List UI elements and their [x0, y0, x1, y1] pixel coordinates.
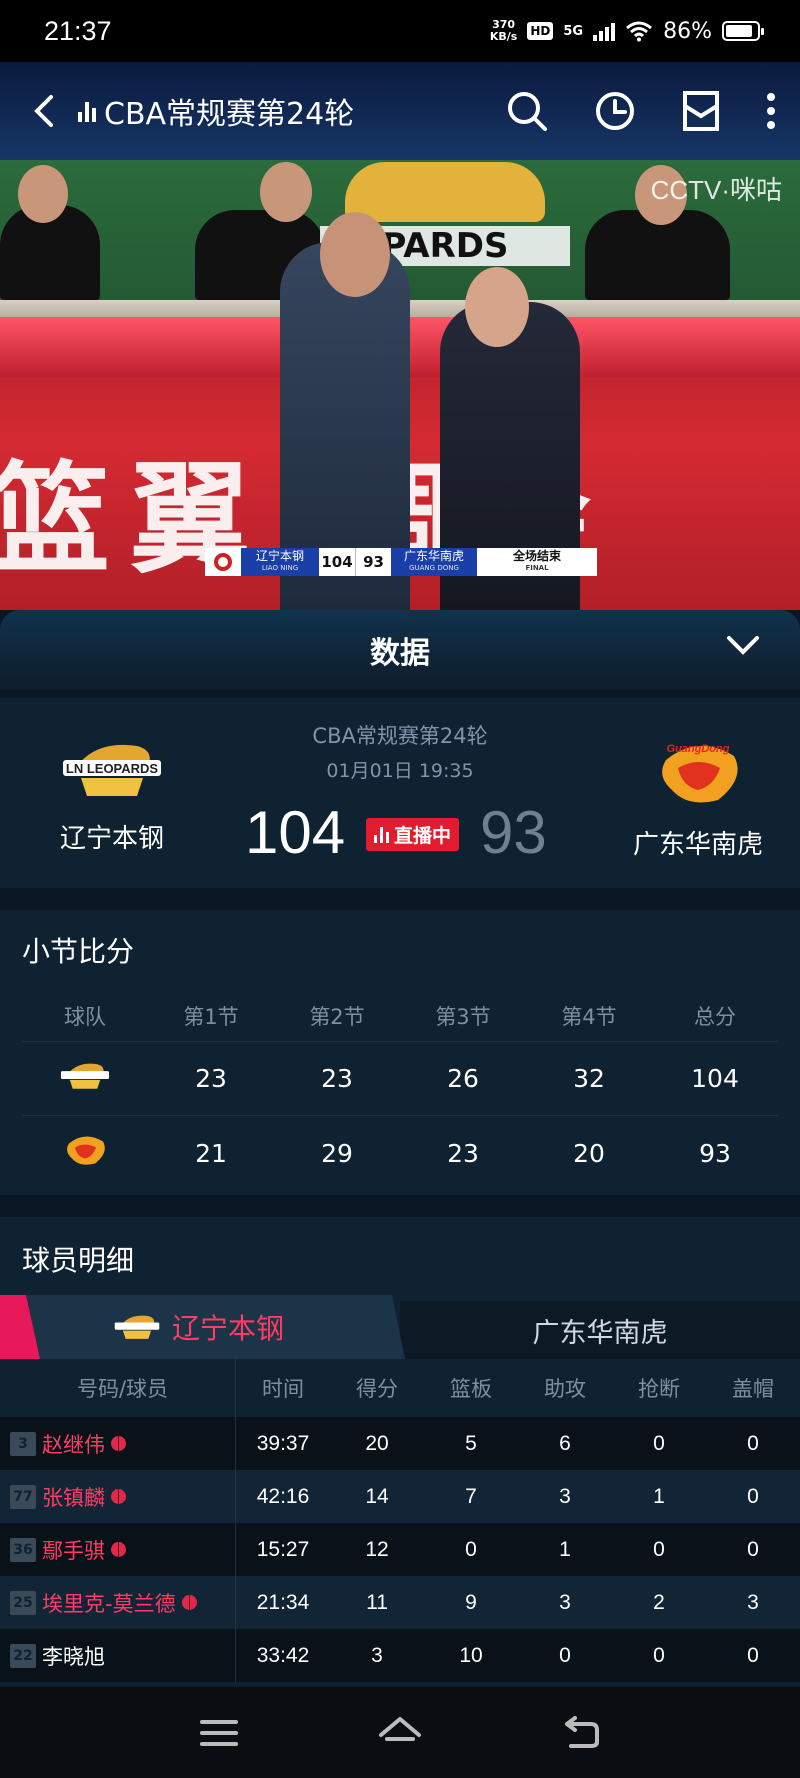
battery-icon: [722, 21, 764, 41]
away-team-logo-small: [22, 1132, 148, 1174]
scorebug-away-name: 广东华南虎: [403, 549, 464, 563]
video-scorebug: 辽宁本钢 LIAO NING 104 93 广东华南虎 GUANG DONG 全…: [205, 548, 597, 576]
search-icon[interactable]: [506, 90, 548, 132]
table-row[interactable]: 36 鄢手骐 15:27 12 0 1 0 0: [0, 1523, 800, 1576]
player-name: 张镇麟: [42, 1485, 105, 1510]
player-stats-title: 球员明细: [22, 1244, 135, 1277]
jersey-number: 77: [10, 1484, 36, 1509]
chevron-down-icon[interactable]: [726, 634, 760, 656]
live-badge[interactable]: 直播中: [366, 818, 460, 851]
jersey-number: 22: [10, 1643, 36, 1668]
data-panel-title: 数据: [370, 636, 430, 671]
back-button[interactable]: [24, 91, 64, 131]
table-row: 21 29 23 20 93: [22, 1116, 778, 1190]
player-stats-table: 号码/球员 时间 得分 篮板 助攻 抢断 盖帽 3 赵继伟 39:37 20 5 …: [0, 1359, 800, 1682]
status-time: 21:37: [44, 15, 112, 46]
signal-icon: [593, 21, 616, 41]
battery-percent: 86%: [663, 18, 712, 44]
cba-logo-icon: [205, 548, 241, 576]
wifi-icon: [626, 21, 653, 42]
player-name: 埃里克-莫兰德: [42, 1591, 176, 1616]
data-panel-header: 数据: [0, 610, 800, 690]
favorite-box-icon[interactable]: [682, 90, 720, 132]
status-bar: 21:37 370 KB/s HD 5G 86%: [0, 0, 800, 62]
menu-icon[interactable]: [199, 1718, 239, 1748]
table-row[interactable]: 3 赵继伟 39:37 20 5 6 0 0: [0, 1417, 800, 1470]
video-player[interactable]: PARDS CCTV·咪咕 篮翼 调会 辽宁本钢 LIAO NING 104 9…: [0, 62, 800, 610]
home-icon[interactable]: [377, 1715, 423, 1751]
app-screen: 21:37 370 KB/s HD 5G 86% PARDS CCTV·咪咕 篮…: [0, 0, 800, 1778]
away-team-name: 广东华南虎: [632, 830, 763, 860]
svg-text:GuangDong: GuangDong: [667, 743, 730, 755]
away-team-logo: GuangDong: [662, 743, 738, 803]
table-row[interactable]: 22 李晓旭 33:42 3 10 0 0 0: [0, 1629, 800, 1682]
table-header-row: 球队 第1节 第2节 第3节 第4节 总分: [22, 990, 778, 1042]
quarter-scores-table: 球队 第1节 第2节 第3节 第4节 总分 23 23 26 32 104 21…: [22, 990, 778, 1190]
table-row[interactable]: 77 张镇麟 42:16 14 7 3 1 0: [0, 1470, 800, 1523]
net-speed: 370 KB/s: [489, 18, 518, 43]
match-round: CBA常规赛第24轮: [312, 724, 488, 748]
match-datetime: 01月01日 19:35: [326, 760, 474, 782]
live-bars-icon: [78, 100, 96, 122]
away-score: 93: [480, 799, 547, 866]
tab-home-team[interactable]: 辽宁本钢: [0, 1295, 405, 1359]
table-header-row: 号码/球员 时间 得分 篮板 助攻 抢断 盖帽: [0, 1359, 800, 1417]
hd-icon: HD: [527, 22, 554, 40]
home-team-name: 辽宁本钢: [59, 824, 164, 854]
team-tabs: 广东华南虎 辽宁本钢: [0, 1295, 800, 1359]
home-team[interactable]: LN LEOPARDS 辽宁本钢: [12, 738, 212, 855]
live-bars-icon: [374, 826, 389, 843]
back-nav-icon[interactable]: [561, 1715, 601, 1750]
away-team[interactable]: GuangDong 广东华南虎: [598, 738, 798, 861]
player-name: 鄢手骐: [42, 1538, 105, 1563]
home-score: 104: [245, 799, 346, 866]
quarter-scores-section: 小节比分 球队 第1节 第2节 第3节 第4节 总分 23 23 26 32 1…: [0, 910, 800, 1195]
network-label: 5G: [563, 23, 584, 39]
player-name: 李晓旭: [42, 1644, 105, 1669]
back-arrow-icon: [34, 95, 53, 127]
jersey-number: 3: [10, 1431, 36, 1456]
video-title: CBA常规赛第24轮: [104, 97, 355, 132]
basketball-icon: [181, 1595, 197, 1610]
player-stats-section: 球员明细 广东华南虎 辽宁本钢 号码/球员 时间 得分 篮板 助攻 抢断 盖帽 …: [0, 1217, 800, 1687]
status-icons: 370 KB/s HD 5G 86%: [489, 18, 764, 44]
video-top-bar: CBA常规赛第24轮: [0, 62, 800, 160]
jersey-number: 25: [10, 1590, 36, 1615]
home-team-logo-small: [114, 1315, 160, 1339]
player-name: 赵继伟: [42, 1432, 105, 1457]
home-team-logo: LN LEOPARDS: [63, 744, 161, 796]
system-nav-bar: [0, 1687, 800, 1778]
quarter-scores-title: 小节比分: [22, 935, 135, 968]
scorebug-home-score: 104: [319, 548, 355, 576]
svg-text:LN LEOPARDS: LN LEOPARDS: [66, 761, 159, 776]
basketball-icon: [111, 1489, 126, 1504]
table-row[interactable]: 25 埃里克-莫兰德 21:34 11 9 3 2 3: [0, 1576, 800, 1629]
scorebug-status: 全场结束: [512, 549, 561, 563]
tab-away-team[interactable]: 广东华南虎: [400, 1301, 800, 1359]
history-clock-icon[interactable]: [594, 90, 636, 132]
jersey-number: 36: [10, 1537, 36, 1562]
home-team-logo-small: [22, 1060, 148, 1098]
broadcaster-watermark: CCTV·咪咕: [650, 175, 782, 205]
scorebug-away-score: 93: [355, 548, 391, 576]
basketball-icon: [111, 1542, 126, 1557]
basketball-icon: [111, 1436, 126, 1451]
match-summary-card: LN LEOPARDS 辽宁本钢 CBA常规赛第24轮 01月01日 19:35…: [0, 698, 800, 888]
table-row: 23 23 26 32 104: [22, 1042, 778, 1116]
scorebug-home-name: 辽宁本钢: [255, 549, 304, 563]
more-menu-icon[interactable]: [766, 91, 776, 131]
